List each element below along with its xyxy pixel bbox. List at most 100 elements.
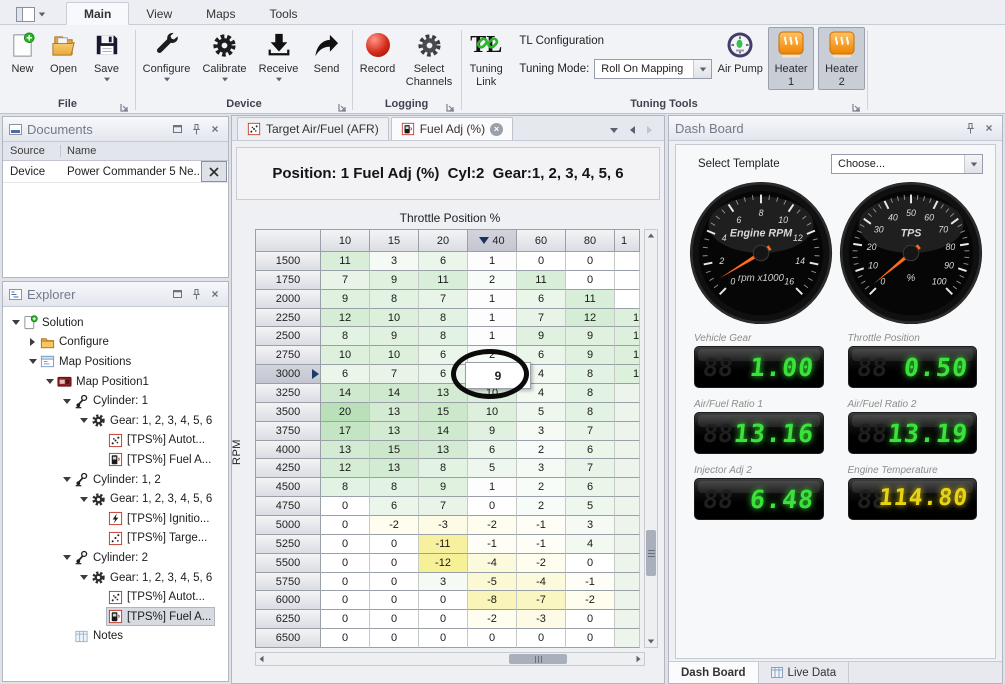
grid-cell[interactable]: 7 <box>321 271 370 290</box>
grid-corner[interactable] <box>256 230 321 252</box>
grid-cell[interactable]: 0 <box>321 591 370 610</box>
grid-cell[interactable]: 0 <box>566 271 615 290</box>
grid-cell[interactable]: 0 <box>370 591 419 610</box>
grid-cell[interactable]: 0 <box>566 252 615 271</box>
tree-item[interactable]: Cylinder: 2 <box>3 548 228 568</box>
grid-cell-clipped[interactable] <box>615 290 640 309</box>
expand-node-icon[interactable] <box>26 338 39 346</box>
grid-cell[interactable]: 8 <box>370 478 419 497</box>
grid-cell[interactable]: 0 <box>370 573 419 592</box>
scroll-right-icon[interactable] <box>636 655 641 663</box>
grid-column-header[interactable]: 1 <box>615 230 640 252</box>
grid-cell[interactable]: 13 <box>370 403 419 422</box>
grid-cell[interactable]: 1 <box>468 309 517 328</box>
grid-cell[interactable]: 9 <box>566 327 615 346</box>
grid-cell[interactable]: 1 <box>468 327 517 346</box>
template-select[interactable]: Choose... <box>831 154 983 174</box>
collapse-node-icon[interactable] <box>43 379 56 384</box>
grid-cell[interactable]: 0 <box>517 252 566 271</box>
grid-cell[interactable]: -2 <box>517 554 566 573</box>
grid-cell[interactable]: 0 <box>321 629 370 648</box>
grid-column-header[interactable]: 80 <box>566 230 615 252</box>
tree-item[interactable]: Configure <box>3 333 228 353</box>
chevron-down-icon[interactable] <box>964 155 982 173</box>
tree-item[interactable]: Notes <box>3 627 228 647</box>
new-button[interactable]: New <box>2 27 43 76</box>
grid-cell-clipped[interactable] <box>615 610 640 629</box>
vertical-scrollbar[interactable] <box>644 229 658 648</box>
tree-item[interactable]: [TPS%] Autot... <box>3 587 228 607</box>
grid-cell[interactable]: -2 <box>370 516 419 535</box>
grid-row-header[interactable]: 3250 <box>256 384 321 403</box>
send-button[interactable]: Send <box>304 27 349 76</box>
grid-cell[interactable]: 9 <box>566 346 615 365</box>
grid-row-header[interactable]: 5250 <box>256 535 321 554</box>
grid-cell[interactable]: -12 <box>419 554 468 573</box>
grid-cell[interactable]: 9 <box>370 327 419 346</box>
grid-cell[interactable]: 9 <box>419 478 468 497</box>
scroll-tabs-right-icon[interactable] <box>647 126 652 134</box>
grid-cell[interactable]: 11 <box>419 271 468 290</box>
receive-button[interactable]: Receive <box>253 27 304 82</box>
grid-cell[interactable]: 6 <box>517 290 566 309</box>
quick-access-toolbar[interactable] <box>16 6 52 22</box>
tl-configuration-label[interactable]: TL Configuration <box>519 35 712 47</box>
grid-cell[interactable]: 14 <box>321 384 370 403</box>
grid-cell[interactable]: 6 <box>419 252 468 271</box>
grid-cell[interactable]: 3 <box>517 459 566 478</box>
grid-cell[interactable]: 0 <box>566 554 615 573</box>
grid-cell[interactable]: 9 <box>517 327 566 346</box>
grid-cell-clipped[interactable]: 1 <box>615 346 640 365</box>
heater2-button[interactable]: Heater 2 <box>818 27 865 90</box>
grid-cell[interactable]: 17 <box>321 422 370 441</box>
collapse-node-icon[interactable] <box>77 418 90 423</box>
grid-cell[interactable]: -4 <box>517 573 566 592</box>
grid-cell[interactable]: 0 <box>566 629 615 648</box>
grid-cell[interactable]: 1 <box>468 478 517 497</box>
scroll-down-icon[interactable] <box>647 639 655 644</box>
grid-cell[interactable]: -2 <box>468 610 517 629</box>
horizontal-scrollbar[interactable] <box>255 652 645 666</box>
grid-cell[interactable]: 0 <box>321 535 370 554</box>
grid-cell[interactable]: -7 <box>517 591 566 610</box>
collapse-node-icon[interactable] <box>60 477 73 482</box>
grid-cell[interactable]: 6 <box>370 497 419 516</box>
grid-cell[interactable]: 0 <box>321 610 370 629</box>
grid-cell[interactable]: 8 <box>419 459 468 478</box>
tree-item[interactable]: Cylinder: 1, 2 <box>3 470 228 490</box>
tree-item[interactable]: [TPS%] Autot... <box>3 431 228 451</box>
grid-cell[interactable]: 8 <box>321 327 370 346</box>
grid-row-header[interactable]: 1750 <box>256 271 321 290</box>
grid-cell-clipped[interactable] <box>615 591 640 610</box>
tree-item[interactable]: [TPS%] Ignitio... <box>3 509 228 529</box>
grid-cell[interactable]: 0 <box>321 497 370 516</box>
scroll-left-icon[interactable] <box>259 655 264 663</box>
device-dialog-launcher-icon[interactable] <box>338 103 347 112</box>
grid-cell[interactable]: 6 <box>468 441 517 460</box>
grid-cell[interactable]: 8 <box>566 365 615 384</box>
grid-cell[interactable]: 8 <box>419 309 468 328</box>
close-icon[interactable]: × <box>208 287 222 301</box>
grid-cell[interactable]: 20 <box>321 403 370 422</box>
grid-cell[interactable]: 3 <box>370 252 419 271</box>
grid-cell[interactable]: 11 <box>321 252 370 271</box>
ribbon-tab-main[interactable]: Main <box>66 2 129 25</box>
collapse-node-icon[interactable] <box>77 497 90 502</box>
grid-cell[interactable]: 5 <box>566 497 615 516</box>
grid-cell[interactable]: 15 <box>419 403 468 422</box>
grid-cell[interactable]: 6 <box>566 441 615 460</box>
grid-cell[interactable]: -1 <box>468 535 517 554</box>
grid-cell-clipped[interactable] <box>615 441 640 460</box>
open-button[interactable]: Open <box>43 27 84 76</box>
pin-icon[interactable] <box>189 122 203 136</box>
scroll-up-icon[interactable] <box>647 233 655 238</box>
grid-cell[interactable]: 6 <box>566 478 615 497</box>
grid-cell[interactable]: 0 <box>468 629 517 648</box>
grid-cell[interactable]: 11 <box>566 290 615 309</box>
grid-row-header[interactable]: 1500 <box>256 252 321 271</box>
grid-cell-clipped[interactable]: 1 <box>615 327 640 346</box>
grid-cell[interactable]: 8 <box>370 290 419 309</box>
grid-cell[interactable]: 7 <box>419 290 468 309</box>
grid-cell[interactable]: 12 <box>566 309 615 328</box>
tree-item[interactable]: Gear: 1, 2, 3, 4, 5, 6 <box>3 411 228 431</box>
